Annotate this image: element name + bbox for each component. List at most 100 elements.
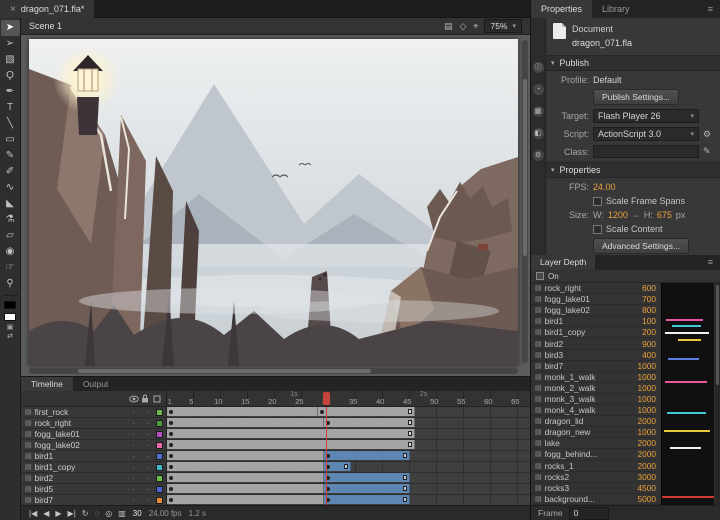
layer-lock-dot[interactable]: · <box>142 408 153 417</box>
stage-height-value[interactable]: 675 <box>657 210 672 220</box>
layer-name-cell[interactable]: ▤rock_right·· <box>21 418 167 429</box>
layer-name-cell[interactable]: ▤bird7·· <box>21 495 167 505</box>
layer-visibility-dot[interactable]: · <box>128 485 139 494</box>
depth-value[interactable]: 1000 <box>626 383 656 393</box>
zoom-tool[interactable]: ⚲ <box>1 276 20 292</box>
default-colors-icon[interactable]: ▣ <box>7 323 14 332</box>
layer-frames-lane[interactable] <box>167 473 530 484</box>
lasso-tool[interactable]: Ϙ <box>1 68 20 84</box>
depth-value[interactable]: 1000 <box>626 405 656 415</box>
layer-outline-swatch[interactable] <box>156 497 163 504</box>
align-panel-icon[interactable]: ▦ <box>533 106 544 117</box>
play-button[interactable]: ▶ <box>55 507 61 520</box>
layer-frames-lane[interactable] <box>167 495 530 505</box>
scrollbar-thumb[interactable] <box>716 285 719 385</box>
lock-all-icon[interactable] <box>139 394 150 403</box>
tab-properties[interactable]: Properties <box>531 0 592 18</box>
layer-lock-dot[interactable]: · <box>142 441 153 450</box>
stage-vertical-scrollbar[interactable] <box>522 40 528 363</box>
frame-span[interactable] <box>167 495 324 504</box>
close-tab-icon[interactable]: × <box>10 4 16 15</box>
frame-span[interactable] <box>167 418 324 427</box>
link-dimensions-icon[interactable]: ⇔ <box>632 211 640 220</box>
hand-tool[interactable]: ☞ <box>1 260 20 276</box>
depth-value[interactable]: 400 <box>626 350 656 360</box>
paint-bucket-tool[interactable]: ◣ <box>1 196 20 212</box>
onion-skin-button[interactable]: ◌ <box>94 507 99 520</box>
depth-value[interactable]: 200 <box>626 327 656 337</box>
layer-visibility-dot[interactable]: · <box>128 452 139 461</box>
edit-scene-icon[interactable]: ▤ <box>444 20 453 33</box>
document-tab[interactable]: × dragon_071.fla* <box>0 0 94 18</box>
depth-value[interactable]: 1000 <box>626 361 656 371</box>
scene-breadcrumb[interactable]: Scene 1 <box>29 21 62 31</box>
layer-visibility-dot[interactable]: · <box>128 441 139 450</box>
frame-span[interactable] <box>167 407 318 416</box>
frame-span[interactable] <box>167 440 415 449</box>
stage-canvas[interactable] <box>29 39 518 366</box>
outline-all-icon[interactable] <box>150 395 163 403</box>
frame-span[interactable] <box>324 418 416 427</box>
frame-span[interactable] <box>167 451 324 460</box>
scale-frame-spans-checkbox[interactable] <box>593 197 602 206</box>
layer-frames-lane[interactable] <box>167 429 530 440</box>
layer-lock-dot[interactable]: · <box>142 452 153 461</box>
depth-value[interactable]: 5000 <box>626 494 656 504</box>
layer-outline-swatch[interactable] <box>156 453 163 460</box>
prev-frame-button[interactable]: ◀ <box>43 507 49 520</box>
frame-span[interactable] <box>167 462 324 471</box>
edit-multiple-frames-button[interactable]: ▥ <box>118 507 126 520</box>
depth-value[interactable]: 2000 <box>626 438 656 448</box>
layer-frames-lane[interactable] <box>167 462 530 473</box>
zoom-select[interactable]: 75% ▾ <box>484 19 522 33</box>
fps-value[interactable]: 24.00 <box>593 182 616 192</box>
layer-frames-lane[interactable] <box>167 407 530 418</box>
timeline-ruler[interactable]: 151015202530354045505560651s2s <box>167 391 530 406</box>
layer-outline-swatch[interactable] <box>156 442 163 449</box>
rectangle-tool[interactable]: ▭ <box>1 132 20 148</box>
depth-scrollbar[interactable] <box>715 283 720 505</box>
layer-visibility-dot[interactable]: · <box>128 474 139 483</box>
history-panel-icon[interactable]: ◔ <box>533 84 544 95</box>
layer-lock-dot[interactable]: · <box>142 419 153 428</box>
layer-visibility-dot[interactable]: · <box>128 496 139 505</box>
layer-outline-swatch[interactable] <box>156 431 163 438</box>
publish-settings-button[interactable]: Publish Settings... <box>593 89 679 105</box>
scale-content-checkbox[interactable] <box>593 225 602 234</box>
free-transform-tool[interactable]: ▧ <box>1 52 20 68</box>
line-tool[interactable]: ╲ <box>1 116 20 132</box>
layer-lock-dot[interactable]: · <box>142 496 153 505</box>
layer-name-cell[interactable]: ▤fogg_lake01·· <box>21 429 167 440</box>
first-frame-button[interactable]: |◀ <box>29 507 37 520</box>
layer-frames-lane[interactable] <box>167 440 530 451</box>
depth-value[interactable]: 1000 <box>626 394 656 404</box>
layer-outline-swatch[interactable] <box>156 464 163 471</box>
depth-value[interactable]: 100 <box>626 316 656 326</box>
playhead[interactable] <box>323 392 330 405</box>
depth-value[interactable]: 3000 <box>626 472 656 482</box>
target-select[interactable]: Flash Player 26 ▾ <box>593 109 699 123</box>
tab-timeline[interactable]: Timeline <box>21 377 73 391</box>
layer-lock-dot[interactable]: · <box>142 463 153 472</box>
layer-visibility-dot[interactable]: · <box>128 408 139 417</box>
info-panel-icon[interactable]: ⓘ <box>533 62 544 73</box>
layer-lock-dot[interactable]: · <box>142 474 153 483</box>
frame-span[interactable] <box>324 462 351 471</box>
camera-tool[interactable]: ◉ <box>1 244 20 260</box>
eyedropper-tool[interactable]: ⚗ <box>1 212 20 228</box>
subselection-tool[interactable]: ➢ <box>1 36 20 52</box>
layer-outline-swatch[interactable] <box>156 475 163 482</box>
layer-name-cell[interactable]: ▤bird2·· <box>21 473 167 484</box>
frame-span[interactable] <box>324 473 410 482</box>
advanced-settings-button[interactable]: Advanced Settings... <box>593 238 689 254</box>
frame-span[interactable] <box>167 484 324 493</box>
edit-class-icon[interactable]: ✎ <box>703 146 711 157</box>
center-frame-icon[interactable]: ⌖ <box>473 20 478 33</box>
frame-span[interactable] <box>324 484 410 493</box>
brush-tool[interactable]: ✐ <box>1 164 20 180</box>
frame-span[interactable] <box>324 495 410 504</box>
onion-outline-button[interactable]: ◎ <box>105 507 112 520</box>
class-input[interactable] <box>593 145 699 158</box>
layer-outline-swatch[interactable] <box>156 420 163 427</box>
layer-lock-dot[interactable]: · <box>142 430 153 439</box>
